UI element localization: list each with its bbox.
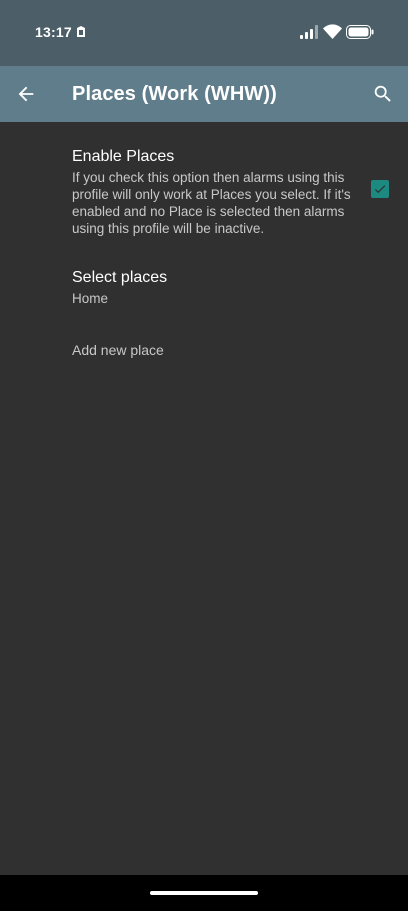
- notification-app-icon: [77, 26, 85, 37]
- cell-signal-icon: [300, 25, 318, 39]
- status-bar: 13:17: [0, 0, 408, 66]
- battery-icon: [346, 25, 374, 39]
- add-new-place-item[interactable]: Add new place: [0, 328, 408, 370]
- app-bar: Places (Work (WHW)): [0, 66, 408, 122]
- status-time: 13:17: [35, 24, 72, 40]
- select-places-preference[interactable]: Select places Home: [0, 255, 408, 317]
- arrow-back-icon: [18, 86, 34, 102]
- enable-places-checkbox[interactable]: [371, 180, 389, 198]
- back-button[interactable]: [6, 74, 46, 114]
- wifi-icon: [323, 24, 342, 39]
- enable-places-summary: If you check this option then alarms usi…: [72, 170, 351, 236]
- check-icon: [374, 185, 386, 194]
- page-title: Places (Work (WHW)): [72, 83, 277, 105]
- add-new-place-label: Add new place: [72, 342, 164, 358]
- search-button[interactable]: [363, 74, 403, 114]
- home-indicator[interactable]: [150, 891, 258, 895]
- enable-places-preference[interactable]: Enable Places If you check this option t…: [0, 122, 408, 246]
- screen: 13:17 Places (Work (WHW)) Enable Places …: [0, 0, 408, 911]
- enable-places-title: Enable Places: [72, 148, 175, 165]
- search-icon: [374, 85, 391, 102]
- select-places-title: Select places: [72, 269, 168, 286]
- navigation-bar: [0, 875, 408, 911]
- select-places-value: Home: [72, 291, 109, 306]
